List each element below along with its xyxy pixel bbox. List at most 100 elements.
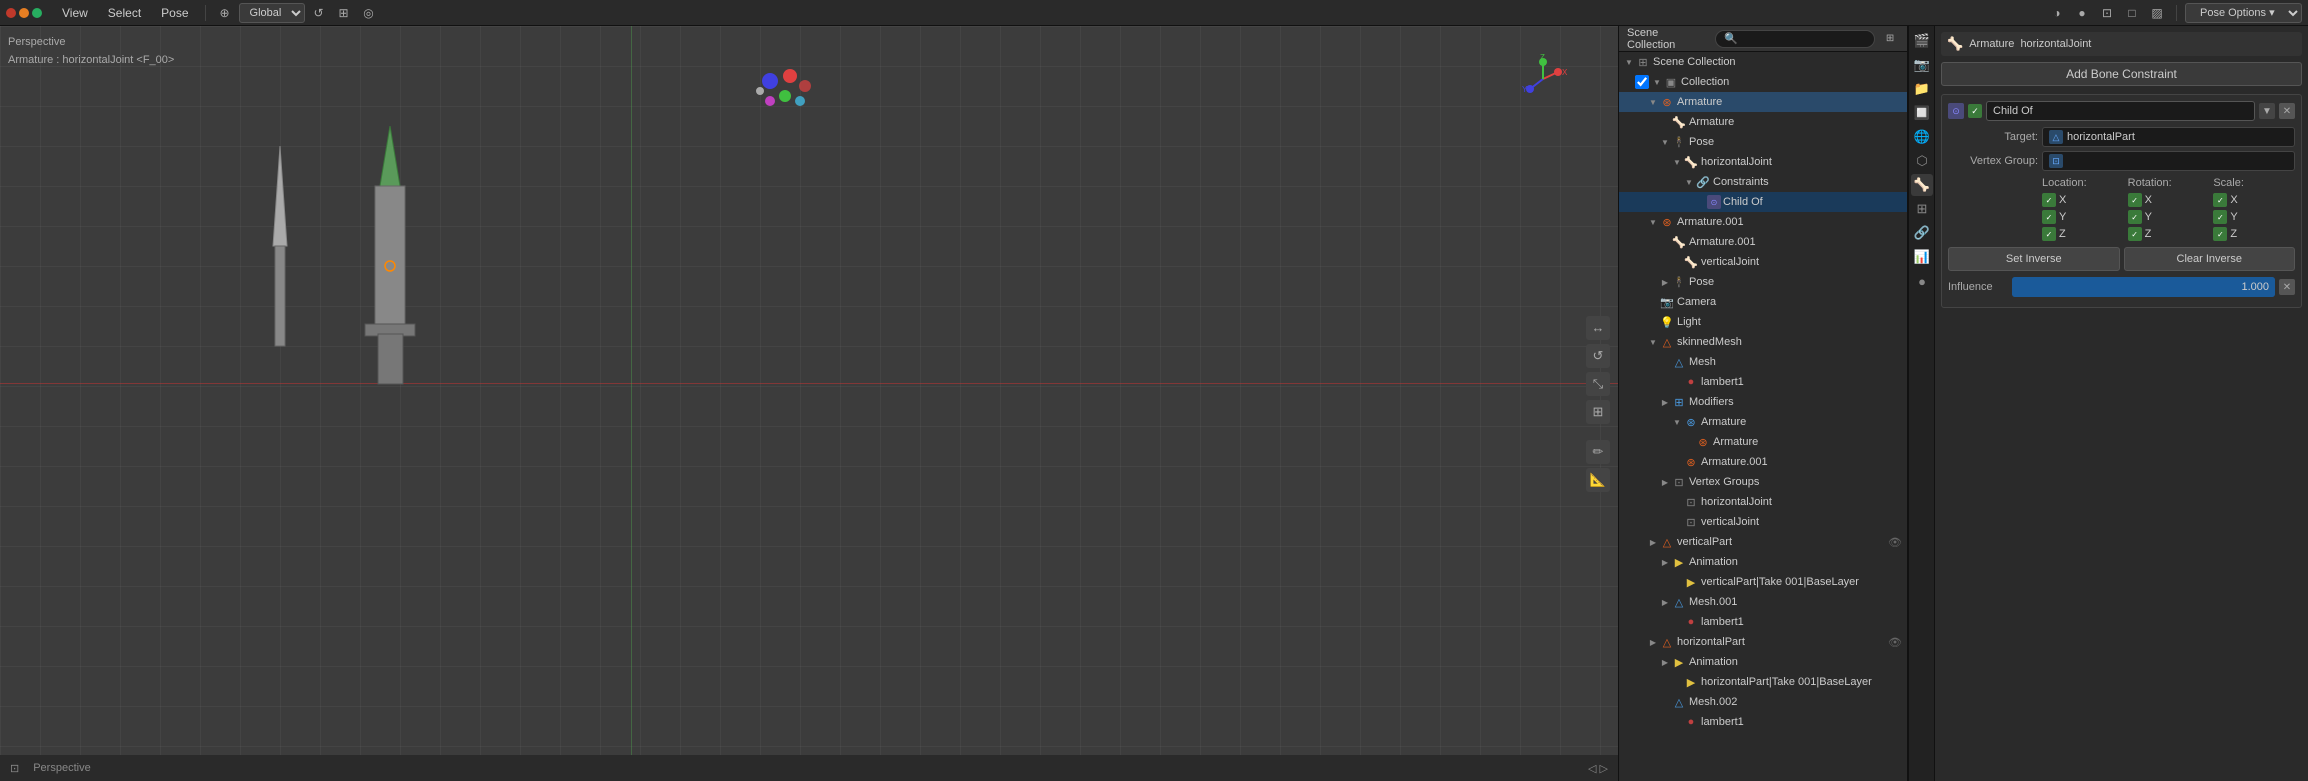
- tab-render[interactable]: 📷: [1911, 54, 1933, 76]
- view-type[interactable]: Perspective: [29, 762, 94, 774]
- tree-item-a001-data[interactable]: ▶ 🦴 Armature.001: [1619, 232, 1907, 252]
- close-btn[interactable]: [6, 8, 16, 18]
- cursor-icon[interactable]: ⊕: [214, 2, 236, 24]
- tab-object[interactable]: ⬡: [1911, 150, 1933, 172]
- tree-item-armature[interactable]: ▼ ⊛ Armature: [1619, 92, 1907, 112]
- xray-icon[interactable]: □: [2121, 2, 2143, 24]
- tree-item-mod-armature[interactable]: ▼ ⊛ Armature: [1619, 412, 1907, 432]
- tree-item-modifiers[interactable]: ▶ ⊞ Modifiers: [1619, 392, 1907, 412]
- influence-bar[interactable]: 1.000: [2012, 277, 2275, 297]
- clear-inverse-btn[interactable]: Clear Inverse: [2124, 247, 2296, 271]
- maximize-btn[interactable]: [32, 8, 42, 18]
- tree-item-vgroups[interactable]: ▶ ⊡ Vertex Groups: [1619, 472, 1907, 492]
- menu-select[interactable]: Select: [100, 4, 149, 22]
- tree-item-anim-hp[interactable]: ▶ ▶ Animation: [1619, 652, 1907, 672]
- tree-item-lambert1-sub[interactable]: ▶ ● lambert1: [1619, 612, 1907, 632]
- global-select[interactable]: Global Local: [239, 3, 305, 23]
- tree-item-pose-sub[interactable]: ▶ 🕴 Pose: [1619, 272, 1907, 292]
- snap-icon[interactable]: ⊞: [333, 2, 355, 24]
- rot-y-cb[interactable]: ✓: [2128, 210, 2142, 224]
- tree-item-vp-clip[interactable]: ▶ ▶ verticalPart|Take 001|BaseLayer: [1619, 572, 1907, 592]
- shading-icon[interactable]: ◑: [2046, 2, 2068, 24]
- tree-item-collection[interactable]: ▼ ▣ Collection: [1619, 72, 1907, 92]
- viewport-shading[interactable]: ●: [2071, 2, 2093, 24]
- constraint-collapse-btn[interactable]: ▼: [2259, 103, 2275, 119]
- minimize-btn[interactable]: [19, 8, 29, 18]
- tree-item-pose[interactable]: ▼ 🕴 Pose: [1619, 132, 1907, 152]
- view-perspective-btn[interactable]: ⊡: [6, 762, 23, 775]
- tree-item-mesh002[interactable]: ▶ △ Mesh.002: [1619, 692, 1907, 712]
- tree-item-constraints[interactable]: ▼ 🔗 Constraints: [1619, 172, 1907, 192]
- tree-item-vj-vg[interactable]: ▶ ⊡ verticalJoint: [1619, 512, 1907, 532]
- tab-data[interactable]: 📊: [1911, 246, 1933, 268]
- rot-z-cb[interactable]: ✓: [2128, 227, 2142, 241]
- measure-tool[interactable]: 📐: [1586, 468, 1610, 492]
- tree-item-light[interactable]: ▶ 💡 Light: [1619, 312, 1907, 332]
- proportional-icon[interactable]: ◎: [358, 2, 380, 24]
- scale-y-cb[interactable]: ✓: [2213, 210, 2227, 224]
- vertex-group-row: Vertex Group: ⊡: [1948, 151, 2295, 171]
- loc-x-cb[interactable]: ✓: [2042, 193, 2056, 207]
- tree-item-lambert1[interactable]: ▶ ● lambert1: [1619, 372, 1907, 392]
- tab-material[interactable]: ●: [1911, 270, 1933, 292]
- tree-item-camera[interactable]: ▶ 📷 Camera: [1619, 292, 1907, 312]
- tab-constraint[interactable]: 🔗: [1911, 222, 1933, 244]
- viewport[interactable]: Perspective Armature : horizontalJoint <…: [0, 26, 1618, 781]
- cb-collection[interactable]: [1635, 75, 1649, 89]
- constraint-enabled-cb[interactable]: ✓: [1968, 104, 1982, 118]
- scale-x-cb[interactable]: ✓: [2213, 193, 2227, 207]
- influence-x-btn[interactable]: ✕: [2279, 279, 2295, 295]
- label-lambert1-sub: lambert1: [1701, 616, 1903, 628]
- rotate-icon[interactable]: ↺: [308, 2, 330, 24]
- tab-view-layer[interactable]: 🔲: [1911, 102, 1933, 124]
- loc-y-cb[interactable]: ✓: [2042, 210, 2056, 224]
- tree-item-mod-armature-ref[interactable]: ▶ ⊛ Armature: [1619, 432, 1907, 452]
- tree-item-skinned[interactable]: ▼ △ skinnedMesh: [1619, 332, 1907, 352]
- tree-item-vj[interactable]: ▶ 🦴 verticalJoint: [1619, 252, 1907, 272]
- eye-vp[interactable]: 👁: [1887, 534, 1903, 550]
- eye-hp[interactable]: 👁: [1887, 634, 1903, 650]
- tab-modifier[interactable]: ⊞: [1911, 198, 1933, 220]
- rotate-tool[interactable]: ↺: [1586, 344, 1610, 368]
- tree-item-horizontalJoint[interactable]: ▼ 🦴 horizontalJoint: [1619, 152, 1907, 172]
- constraint-name-input[interactable]: Child Of: [1986, 101, 2255, 121]
- tree-item-mesh[interactable]: ▶ △ Mesh: [1619, 352, 1907, 372]
- tree-item-a001-ref[interactable]: ▶ ⊛ Armature.001: [1619, 452, 1907, 472]
- vgroup-value[interactable]: ⊡: [2042, 151, 2295, 171]
- loc-y-label: Y: [2059, 211, 2066, 223]
- tree-item-vertical-part[interactable]: ▶ △ verticalPart 👁: [1619, 532, 1907, 552]
- tree-item-hp-clip[interactable]: ▶ ▶ horizontalPart|Take 001|BaseLayer: [1619, 672, 1907, 692]
- rot-x-cb[interactable]: ✓: [2128, 193, 2142, 207]
- move-tool[interactable]: ↔: [1586, 316, 1610, 340]
- loc-z-cb[interactable]: ✓: [2042, 227, 2056, 241]
- add-bone-constraint-btn[interactable]: Add Bone Constraint: [1941, 62, 2302, 86]
- scale-z-cb[interactable]: ✓: [2213, 227, 2227, 241]
- render-preview[interactable]: ▨: [2146, 2, 2168, 24]
- tab-output[interactable]: 📁: [1911, 78, 1933, 100]
- menu-pose[interactable]: Pose: [153, 4, 196, 22]
- tree-item-horizontal-part[interactable]: ▶ △ horizontalPart 👁: [1619, 632, 1907, 652]
- frame-btn[interactable]: ◁ ▷: [1584, 762, 1612, 775]
- set-inverse-btn[interactable]: Set Inverse: [1948, 247, 2120, 271]
- tree-item-armature001[interactable]: ▼ ⊛ Armature.001: [1619, 212, 1907, 232]
- tree-item-scene-collection[interactable]: ▼ ⊞ Scene Collection: [1619, 52, 1907, 72]
- tab-scene[interactable]: 🎬: [1911, 30, 1933, 52]
- transform-tool[interactable]: ⊞: [1586, 400, 1610, 424]
- tab-world[interactable]: 🌐: [1911, 126, 1933, 148]
- tree-item-lambert1-sub2[interactable]: ▶ ● lambert1: [1619, 712, 1907, 732]
- outliner-search[interactable]: [1715, 30, 1875, 48]
- annotate-tool[interactable]: ✏: [1586, 440, 1610, 464]
- pose-options-select[interactable]: Pose Options ▾: [2185, 3, 2302, 23]
- target-value[interactable]: △ horizontalPart: [2042, 127, 2295, 147]
- menu-view[interactable]: View: [54, 4, 96, 22]
- tree-item-hj-vg[interactable]: ▶ ⊡ horizontalJoint: [1619, 492, 1907, 512]
- filter-icon[interactable]: ⊞: [1881, 30, 1899, 48]
- constraint-remove-btn[interactable]: ✕: [2279, 103, 2295, 119]
- tree-item-child-of[interactable]: ▶ ⊙ Child Of: [1619, 192, 1907, 212]
- overlay-icon[interactable]: ⊡: [2096, 2, 2118, 24]
- tree-item-mesh001[interactable]: ▶ △ Mesh.001: [1619, 592, 1907, 612]
- scale-tool[interactable]: ⤡: [1586, 372, 1610, 396]
- tab-bone[interactable]: 🦴: [1911, 174, 1933, 196]
- tree-item-anim-vp[interactable]: ▶ ▶ Animation: [1619, 552, 1907, 572]
- tree-item-armature-sub[interactable]: ▶ 🦴 Armature: [1619, 112, 1907, 132]
